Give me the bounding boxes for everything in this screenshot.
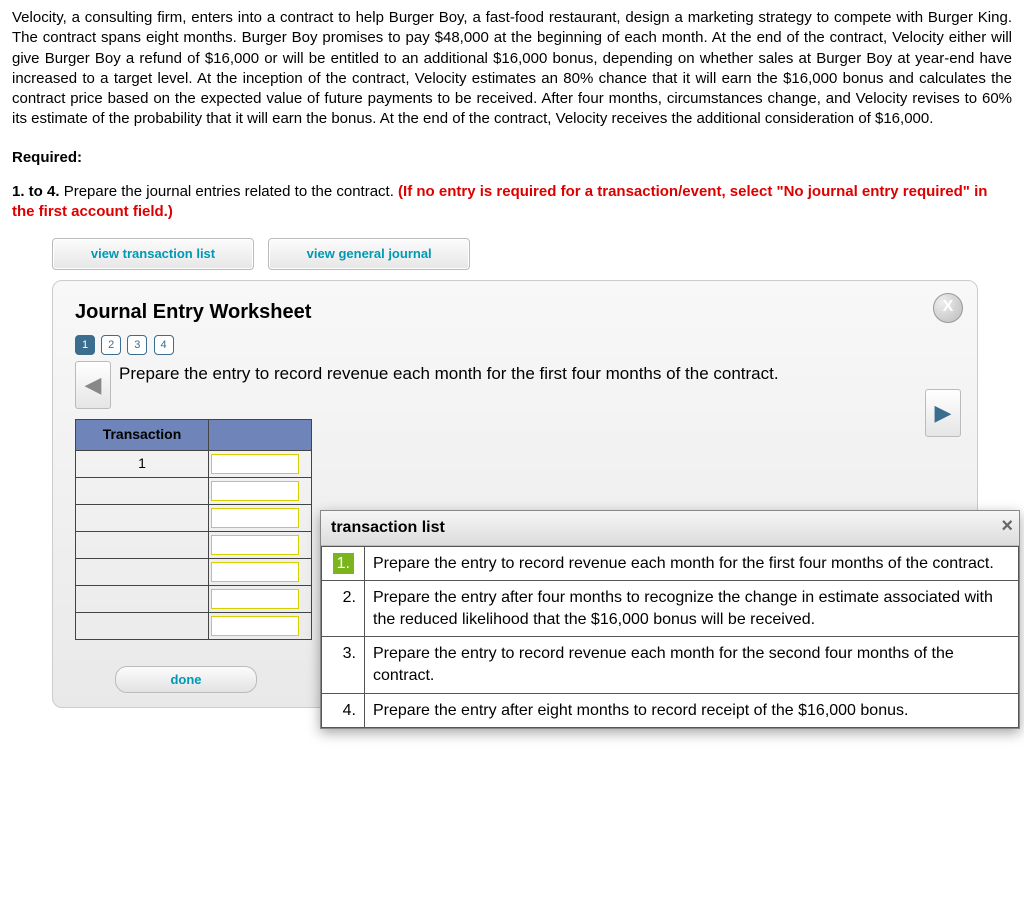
tx-col2-header	[209, 419, 312, 450]
worksheet-instruction: Prepare the entry to record revenue each…	[119, 361, 779, 386]
current-marker: 1.	[333, 553, 354, 575]
transaction-table: Transaction 1	[75, 419, 312, 640]
list-item[interactable]: 3. Prepare the entry to record revenue e…	[322, 637, 1019, 693]
next-arrow-icon[interactable]: ▶	[925, 389, 961, 437]
list-item-text: Prepare the entry after eight months to …	[365, 693, 1019, 728]
popup-header: transaction list ×	[321, 511, 1019, 546]
tx-input-6[interactable]	[211, 589, 299, 609]
transaction-list-table: 1. Prepare the entry to record revenue e…	[321, 546, 1019, 729]
requirement-line: 1. to 4. Prepare the journal entries rel…	[12, 182, 1012, 223]
required-label: Required:	[12, 148, 1012, 168]
popup-close-icon[interactable]: ×	[1001, 513, 1013, 540]
list-item-text: Prepare the entry after four months to r…	[365, 581, 1019, 637]
step-3[interactable]: 3	[127, 335, 147, 355]
tx-input-4[interactable]	[211, 535, 299, 555]
tx-number-cell: 1	[76, 450, 209, 477]
requirement-prefix: 1. to 4.	[12, 183, 60, 200]
tx-input-3[interactable]	[211, 508, 299, 528]
tx-input-7[interactable]	[211, 616, 299, 636]
list-item-text: Prepare the entry to record revenue each…	[365, 546, 1019, 581]
view-transaction-list-button[interactable]: view transaction list	[52, 238, 254, 270]
list-item-num: 4.	[322, 693, 365, 728]
list-item[interactable]: 1. Prepare the entry to record revenue e…	[322, 546, 1019, 581]
worksheet-title: Journal Entry Worksheet	[75, 299, 955, 326]
list-item-num: 2.	[322, 581, 365, 637]
view-toggle-bar: view transaction list view general journ…	[52, 238, 1012, 270]
view-general-journal-button[interactable]: view general journal	[268, 238, 470, 270]
list-item-text: Prepare the entry to record revenue each…	[365, 637, 1019, 693]
step-badges: 1 2 3 4	[75, 334, 955, 355]
close-icon[interactable]: X	[933, 293, 963, 323]
tx-input-2[interactable]	[211, 481, 299, 501]
popup-title: transaction list	[331, 519, 445, 536]
prev-arrow-icon[interactable]: ◀	[75, 361, 111, 409]
tx-header: Transaction	[76, 419, 209, 450]
step-2[interactable]: 2	[101, 335, 121, 355]
step-1[interactable]: 1	[75, 335, 95, 355]
tx-input-1[interactable]	[211, 454, 299, 474]
done-button[interactable]: done	[115, 666, 257, 694]
list-item[interactable]: 4. Prepare the entry after eight months …	[322, 693, 1019, 728]
tx-input-5[interactable]	[211, 562, 299, 582]
requirement-black: Prepare the journal entries related to t…	[64, 183, 398, 200]
problem-text: Velocity, a consulting firm, enters into…	[12, 8, 1012, 130]
transaction-list-popup: transaction list × 1. Prepare the entry …	[320, 510, 1020, 729]
list-item[interactable]: 2. Prepare the entry after four months t…	[322, 581, 1019, 637]
step-4[interactable]: 4	[154, 335, 174, 355]
list-item-num: 3.	[322, 637, 365, 693]
